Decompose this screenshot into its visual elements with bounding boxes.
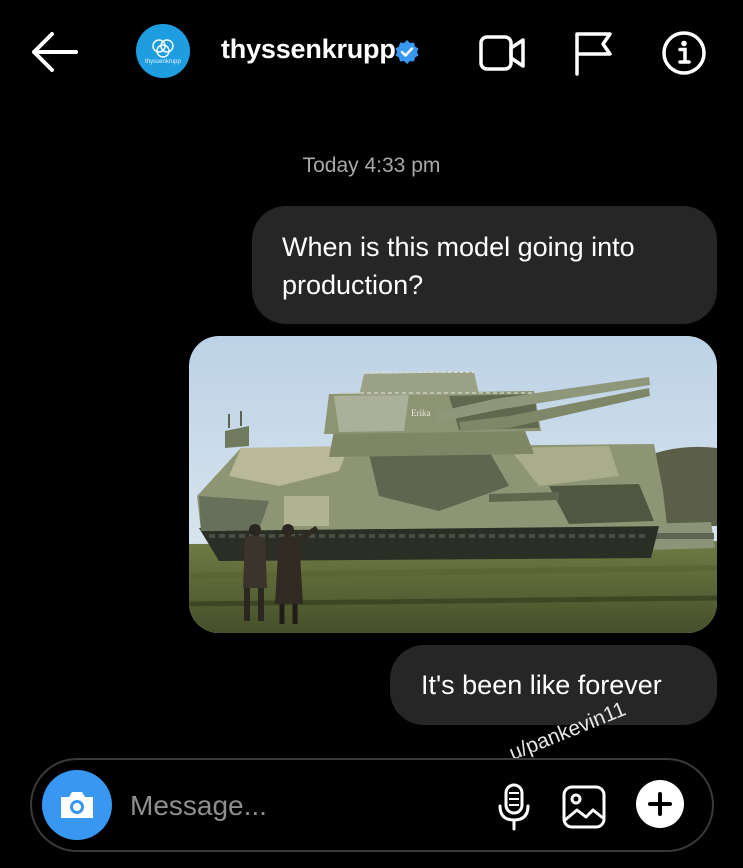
message-timestamp: Today 4:33 pm	[302, 154, 441, 177]
camera-icon[interactable]	[42, 770, 112, 840]
gallery-icon[interactable]	[560, 782, 608, 832]
avatar-text: thyssenkrupp	[145, 58, 181, 65]
avatar[interactable]: thyssenkrupp	[136, 24, 190, 78]
message-bubble[interactable]: It's been like forever	[390, 645, 717, 725]
tank-photo: Erika	[189, 336, 717, 633]
chat-title[interactable]: thyssenkrupp	[221, 34, 396, 65]
thyssenkrupp-logo-icon	[152, 38, 174, 58]
verified-badge-icon	[395, 40, 419, 64]
microphone-icon[interactable]	[490, 782, 538, 832]
message-composer	[30, 758, 714, 852]
chat-header: thyssenkrupp thyssenkrupp	[0, 0, 743, 105]
info-icon[interactable]	[660, 30, 708, 76]
back-arrow-icon[interactable]	[28, 30, 80, 74]
message-input[interactable]	[128, 780, 472, 832]
message-text: When is this model going into production…	[282, 232, 635, 300]
message-bubble[interactable]: When is this model going into production…	[252, 206, 717, 324]
message-image[interactable]: Erika	[189, 336, 717, 633]
video-call-icon[interactable]	[478, 30, 526, 76]
flag-icon[interactable]	[570, 30, 618, 76]
plus-icon[interactable]	[636, 780, 684, 828]
message-text: It's been like forever	[421, 670, 662, 700]
turret-label: Erika	[411, 408, 431, 418]
